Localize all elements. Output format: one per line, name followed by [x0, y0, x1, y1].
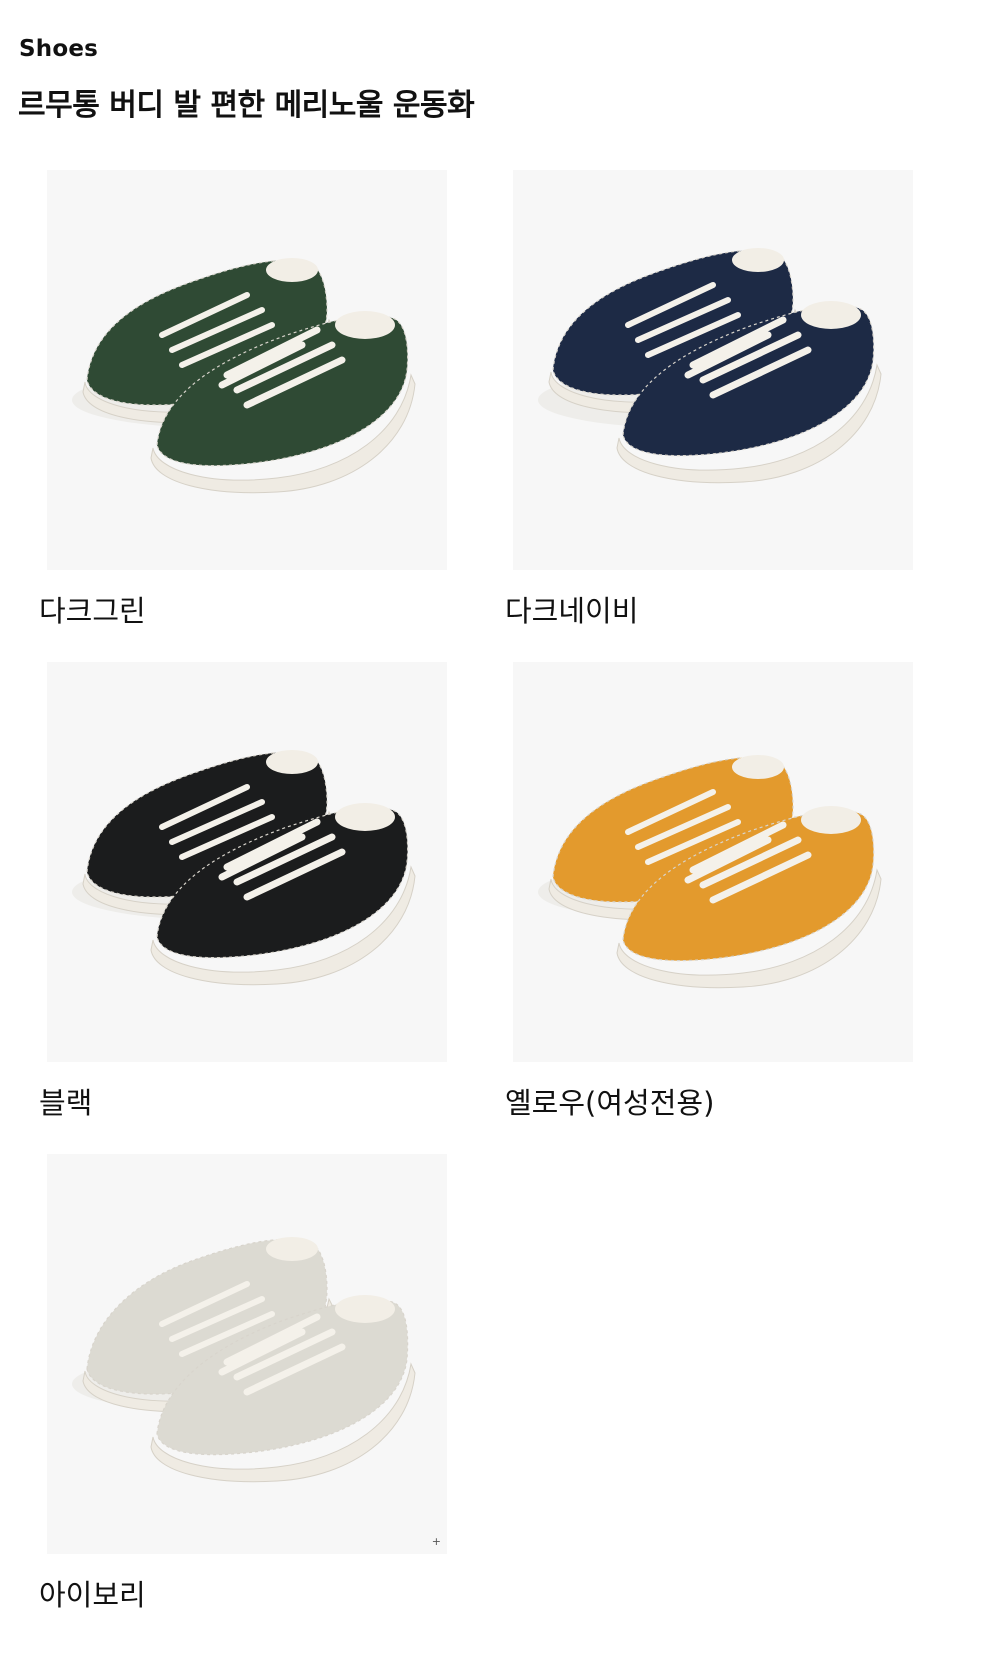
- product-image[interactable]: [47, 662, 447, 1062]
- product-image[interactable]: [47, 170, 447, 570]
- product-title: 르무통 버디 발 편한 메리노울 운동화: [18, 88, 475, 123]
- product-card-black[interactable]: 블랙: [39, 662, 447, 1120]
- plus-icon: +: [431, 1535, 441, 1548]
- sneaker-pair-image: [72, 750, 416, 986]
- product-image[interactable]: [513, 662, 913, 1062]
- color-option-label: 옐로우(여성전용): [505, 1086, 715, 1120]
- product-card-yellow[interactable]: 옐로우(여성전용): [505, 662, 913, 1120]
- category-label: Shoes: [19, 36, 99, 62]
- color-option-label: 블랙: [39, 1086, 93, 1120]
- product-card-ivory[interactable]: + 아이보리: [39, 1154, 447, 1612]
- sneaker-pair-image: [72, 1237, 416, 1483]
- color-option-label: 다크그린: [39, 594, 146, 628]
- color-option-label: 다크네이비: [505, 594, 639, 628]
- sneaker-pair-image: [72, 258, 416, 494]
- product-image[interactable]: +: [47, 1154, 447, 1554]
- product-card-dark-navy[interactable]: 다크네이비: [505, 170, 913, 628]
- sneaker-pair-image: [538, 248, 882, 484]
- product-card-dark-green[interactable]: 다크그린: [39, 170, 447, 628]
- product-image[interactable]: [513, 170, 913, 570]
- color-option-label: 아이보리: [39, 1578, 146, 1612]
- product-color-gallery: Shoes 르무통 버디 발 편한 메리노울 운동화 다크그린 다크네이비 블랙…: [0, 0, 983, 1663]
- sneaker-pair-image: [538, 755, 882, 989]
